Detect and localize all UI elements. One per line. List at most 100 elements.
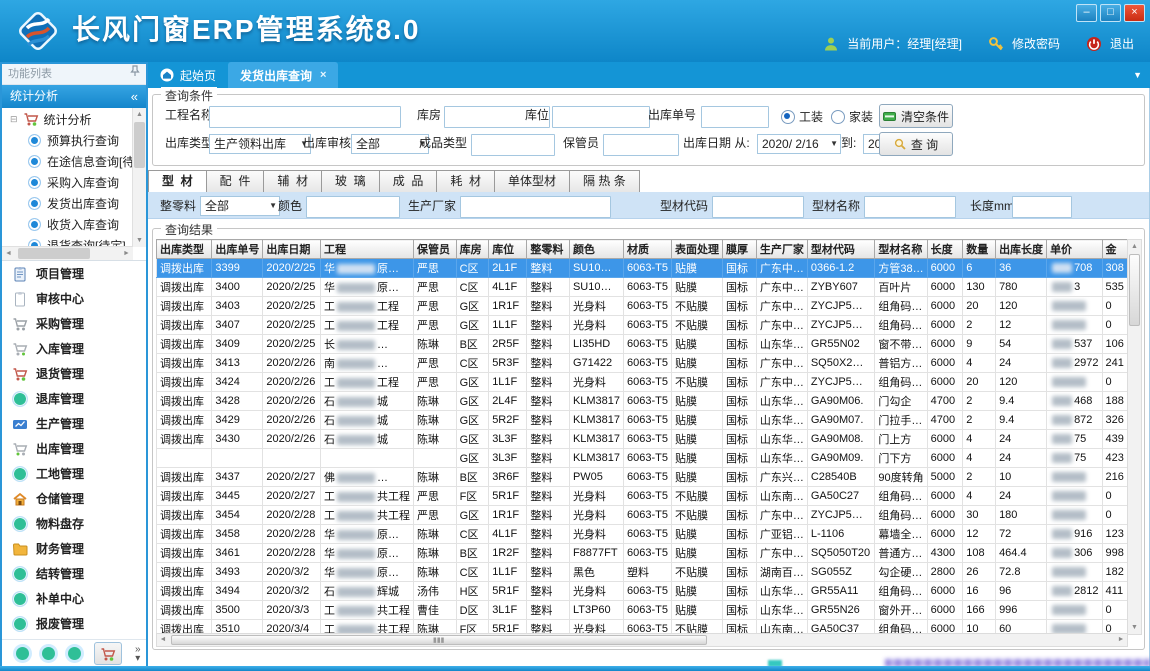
material-tab-1[interactable]: 配 件 bbox=[207, 170, 265, 193]
whole-part-select[interactable]: 全部▼ bbox=[200, 196, 280, 216]
profile-code-input[interactable] bbox=[712, 196, 804, 218]
profile-name-input[interactable] bbox=[864, 196, 956, 218]
column-header[interactable]: 型材代码 bbox=[807, 240, 875, 259]
sidebar-module-3[interactable]: 入库管理 bbox=[2, 336, 146, 361]
pin-icon[interactable] bbox=[130, 64, 140, 84]
table-row[interactable]: 调拨出库34932020/3/2华原…陈琳C区1L1F整料黑色塑料不贴膜国标湖南… bbox=[157, 563, 1128, 582]
table-row[interactable]: 调拨出库34582020/2/28华原…陈琳C区4L1F整料光身料6063-T5… bbox=[157, 525, 1128, 544]
tree-item-0[interactable]: 预算执行查询 bbox=[2, 130, 146, 151]
sidebar-module-5[interactable]: 退库管理 bbox=[2, 386, 146, 411]
column-header[interactable]: 库房 bbox=[456, 240, 489, 259]
material-tab-3[interactable]: 玻 璃 bbox=[322, 170, 380, 193]
column-header[interactable]: 长度 bbox=[927, 240, 963, 259]
scrollbar-thumb[interactable] bbox=[18, 248, 90, 259]
color-input[interactable] bbox=[306, 196, 400, 218]
material-tab-2[interactable]: 辅 材 bbox=[264, 170, 322, 193]
location-input[interactable] bbox=[552, 106, 650, 128]
sidebar-module-11[interactable]: 财务管理 bbox=[2, 536, 146, 561]
column-header[interactable]: 出库长度 bbox=[996, 240, 1047, 259]
table-row[interactable]: 调拨出库34132020/2/26南…严思C区5R3F整料G714226063-… bbox=[157, 354, 1128, 373]
tree-item-1[interactable]: 在途信息查询[待 bbox=[2, 151, 146, 172]
tree-horizontal-scrollbar[interactable]: ◄ ► bbox=[2, 246, 133, 260]
tab-overflow-icon[interactable]: ▼ bbox=[1133, 70, 1142, 80]
close-button[interactable]: × bbox=[1124, 4, 1145, 22]
scroll-down-icon[interactable]: ▼ bbox=[133, 234, 146, 247]
sidebar-module-13[interactable]: 补单中心 bbox=[2, 586, 146, 611]
material-tab-0[interactable]: 型 材 bbox=[148, 170, 207, 193]
table-row[interactable]: 调拨出库34282020/2/26石城陈琳G区2L4F整料KLM38176063… bbox=[157, 392, 1128, 411]
table-row[interactable]: 调拨出库34542020/2/28工共工程严思G区1R1F整料光身料6063-T… bbox=[157, 506, 1128, 525]
tree-expander-icon[interactable]: ⊟ bbox=[10, 114, 18, 125]
material-tab-6[interactable]: 单体型材 bbox=[495, 170, 570, 193]
keeper-input[interactable] bbox=[603, 134, 679, 156]
column-header[interactable]: 表面处理 bbox=[672, 240, 723, 259]
column-header[interactable]: 出库类型 bbox=[157, 240, 212, 259]
tab-shipping-outbound-query[interactable]: 发货出库查询× bbox=[228, 62, 338, 88]
cart-button[interactable] bbox=[94, 642, 122, 665]
date-from-picker[interactable]: 2020/ 2/16▼ bbox=[757, 134, 841, 154]
sidebar-module-10[interactable]: 物料盘存 bbox=[2, 511, 146, 536]
sidebar-module-0[interactable]: 项目管理 bbox=[2, 261, 146, 286]
column-header[interactable]: 型材名称 bbox=[875, 240, 927, 259]
table-row[interactable]: 调拨出库34002020/2/25华原…严思C区4L1F整料SU10…6063-… bbox=[157, 278, 1128, 297]
logout-button[interactable]: 退出 bbox=[1110, 35, 1134, 52]
table-row[interactable]: 调拨出库34292020/2/26石城陈琳G区5R2F整料KLM38176063… bbox=[157, 411, 1128, 430]
sidebar-module-1[interactable]: 审核中心 bbox=[2, 286, 146, 311]
radio-jiazhuang[interactable]: 家装 bbox=[831, 108, 873, 125]
table-horizontal-scrollbar[interactable]: ◄ ▮▮▮ ► bbox=[156, 633, 1128, 647]
tree-vertical-scrollbar[interactable]: ▲ ▼ bbox=[132, 108, 146, 247]
scroll-right-icon[interactable]: ► bbox=[1115, 634, 1127, 646]
sidebar-module-4[interactable]: 退货管理 bbox=[2, 361, 146, 386]
column-header[interactable]: 出库日期 bbox=[263, 240, 321, 259]
clear-conditions-button[interactable]: 清空条件 bbox=[879, 104, 953, 128]
change-password-link[interactable]: 修改密码 bbox=[1012, 35, 1060, 52]
order-no-input[interactable] bbox=[701, 106, 769, 128]
table-row[interactable]: 调拨出库35002020/3/3工共工程曹佳D区3L1F整料LT3P606063… bbox=[157, 601, 1128, 620]
column-header[interactable]: 库位 bbox=[489, 240, 527, 259]
material-tab-7[interactable]: 隔 热 条 bbox=[570, 170, 640, 193]
table-row[interactable]: 调拨出库34032020/2/25工工程严思G区1R1F整料光身料6063-T5… bbox=[157, 297, 1128, 316]
column-header[interactable]: 生产厂家 bbox=[756, 240, 807, 259]
table-row[interactable]: 调拨出库34372020/2/27佛…陈琳B区3R6F整料PW056063-T5… bbox=[157, 468, 1128, 487]
project-name-input[interactable] bbox=[209, 106, 401, 128]
sidebar-module-2[interactable]: 采购管理 bbox=[2, 311, 146, 336]
scroll-up-icon[interactable]: ▲ bbox=[133, 108, 146, 121]
table-row[interactable]: 调拨出库34092020/2/25长…陈琳B区2R5F整料LI35HD6063-… bbox=[157, 335, 1128, 354]
module-dot-button[interactable] bbox=[42, 647, 55, 660]
scrollbar-thumb[interactable] bbox=[1129, 254, 1140, 326]
column-header[interactable]: 材质 bbox=[624, 240, 672, 259]
tree-item-4[interactable]: 收货入库查询 bbox=[2, 214, 146, 235]
scroll-down-icon[interactable]: ▼ bbox=[1128, 621, 1141, 634]
minimize-button[interactable]: – bbox=[1076, 4, 1097, 22]
sidebar-module-9[interactable]: 仓储管理 bbox=[2, 486, 146, 511]
table-row[interactable]: 调拨出库34072020/2/25工工程严思G区1L1F整料光身料6063-T5… bbox=[157, 316, 1128, 335]
table-row[interactable]: 调拨出库33992020/2/25华原…严思C区2L1F整料SU10…6063-… bbox=[157, 259, 1128, 278]
table-row[interactable]: 调拨出库34612020/2/28华原…陈琳B区1R2F整料F8877FT606… bbox=[157, 544, 1128, 563]
scroll-up-icon[interactable]: ▲ bbox=[1128, 240, 1141, 253]
sidebar-module-14[interactable]: 报废管理 bbox=[2, 611, 146, 636]
tab-close-icon[interactable]: × bbox=[320, 69, 326, 81]
radio-gongzhuang[interactable]: 工装 bbox=[781, 108, 823, 125]
column-header[interactable]: 金 bbox=[1102, 240, 1127, 259]
out-type-select[interactable]: 生产领料出库▼ bbox=[209, 134, 311, 154]
table-row[interactable]: 调拨出库34242020/2/26工工程严思G区1L1F整料光身料6063-T5… bbox=[157, 373, 1128, 392]
tab-start-page[interactable]: 起始页 bbox=[148, 62, 228, 88]
table-row[interactable]: 调拨出库34452020/2/27工共工程严思F区5R1F整料光身料6063-T… bbox=[157, 487, 1128, 506]
audit-select[interactable]: 全部▼ bbox=[351, 134, 429, 154]
scroll-left-icon[interactable]: ◄ bbox=[2, 247, 15, 260]
sidebar-module-7[interactable]: 出库管理 bbox=[2, 436, 146, 461]
column-header[interactable]: 颜色 bbox=[569, 240, 623, 259]
tree-root[interactable]: ⊟ 统计分析 bbox=[2, 108, 146, 130]
length-input[interactable] bbox=[1012, 196, 1072, 218]
sidebar-module-6[interactable]: 生产管理 bbox=[2, 411, 146, 436]
sidebar-module-8[interactable]: 工地管理 bbox=[2, 461, 146, 486]
column-header[interactable]: 单价 bbox=[1047, 240, 1102, 259]
maximize-button[interactable]: □ bbox=[1100, 4, 1121, 22]
tree-item-2[interactable]: 采购入库查询 bbox=[2, 172, 146, 193]
table-row[interactable]: G区3L3F整料KLM38176063-T5贴膜国标山东华…GA90M09.门下… bbox=[157, 449, 1128, 468]
module-dot-button[interactable] bbox=[16, 647, 29, 660]
column-header[interactable]: 工程 bbox=[320, 240, 413, 259]
scrollbar-thumb[interactable] bbox=[134, 122, 145, 168]
table-vertical-scrollbar[interactable]: ▲ ▼ bbox=[1127, 239, 1142, 635]
column-header[interactable]: 膜厚 bbox=[723, 240, 757, 259]
